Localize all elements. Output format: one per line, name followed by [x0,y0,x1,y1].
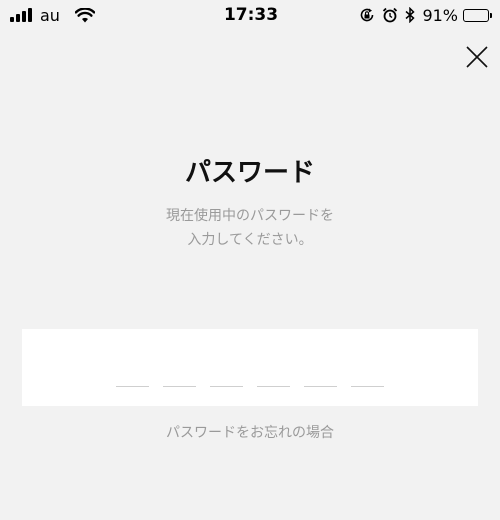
wifi-icon [74,7,95,23]
page-title: パスワード [184,158,315,188]
description-line-1: 現在使用中のパスワードを [166,208,334,224]
pin-digit-slot[interactable] [163,349,196,387]
close-icon [466,46,488,68]
description-line-2: 入力してください。 [187,232,313,248]
battery-icon [463,8,492,22]
carrier-label: au [40,5,60,25]
page-description: 現在使用中のパスワードを 入力してください。 [0,204,500,252]
status-bar-right: 91% [332,6,492,25]
pin-digit-slot[interactable] [210,349,243,387]
password-input[interactable] [22,329,478,406]
status-bar: au 17:33 91% [0,0,500,30]
alarm-icon [382,7,398,23]
pin-digit-slot[interactable] [257,349,290,387]
status-time: 17:33 [223,5,279,25]
pin-digit-slot[interactable] [351,349,384,387]
close-button[interactable] [462,42,492,72]
battery-percentage: 91% [422,5,458,25]
bluetooth-icon [405,7,416,23]
forgot-password-link[interactable]: パスワードをお忘れの場合 [0,422,500,442]
status-bar-left: au [10,6,170,25]
pin-digit-slot[interactable] [116,349,149,387]
pin-digit-slot[interactable] [304,349,337,387]
signal-icon [10,8,32,22]
rotation-lock-icon [359,7,375,23]
